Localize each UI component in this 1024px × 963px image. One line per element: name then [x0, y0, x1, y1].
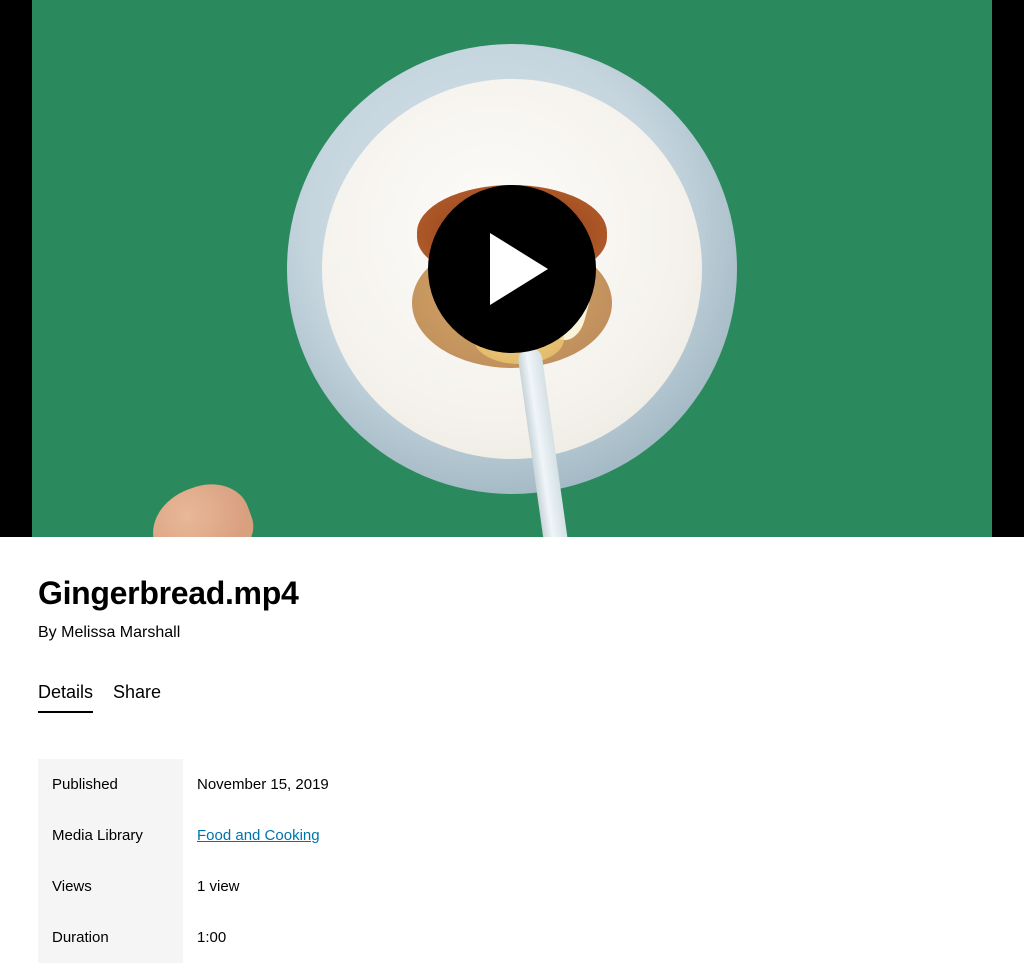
value-views: 1 view [183, 861, 343, 912]
media-library-link[interactable]: Food and Cooking [197, 827, 320, 844]
value-media-library: Food and Cooking [183, 810, 343, 861]
label-media-library: Media Library [38, 810, 183, 861]
row-media-library: Media Library Food and Cooking [38, 810, 343, 861]
video-author: By Melissa Marshall [38, 624, 986, 642]
video-frame-illustration-hand [141, 472, 262, 537]
content-area: Gingerbread.mp4 By Melissa Marshall Deta… [0, 537, 1024, 963]
video-frame[interactable] [32, 0, 992, 537]
row-published: Published November 15, 2019 [38, 759, 343, 810]
tab-share[interactable]: Share [113, 682, 161, 713]
video-player-container [0, 0, 1024, 537]
value-duration: 1:00 [183, 912, 343, 963]
label-published: Published [38, 759, 183, 810]
row-views: Views 1 view [38, 861, 343, 912]
details-table: Published November 15, 2019 Media Librar… [38, 759, 343, 963]
play-button[interactable] [428, 185, 596, 353]
video-title: Gingerbread.mp4 [38, 575, 986, 612]
play-icon [490, 233, 548, 305]
label-views: Views [38, 861, 183, 912]
tabs: Details Share [38, 682, 986, 713]
row-duration: Duration 1:00 [38, 912, 343, 963]
tab-details[interactable]: Details [38, 682, 93, 713]
label-duration: Duration [38, 912, 183, 963]
value-published: November 15, 2019 [183, 759, 343, 810]
